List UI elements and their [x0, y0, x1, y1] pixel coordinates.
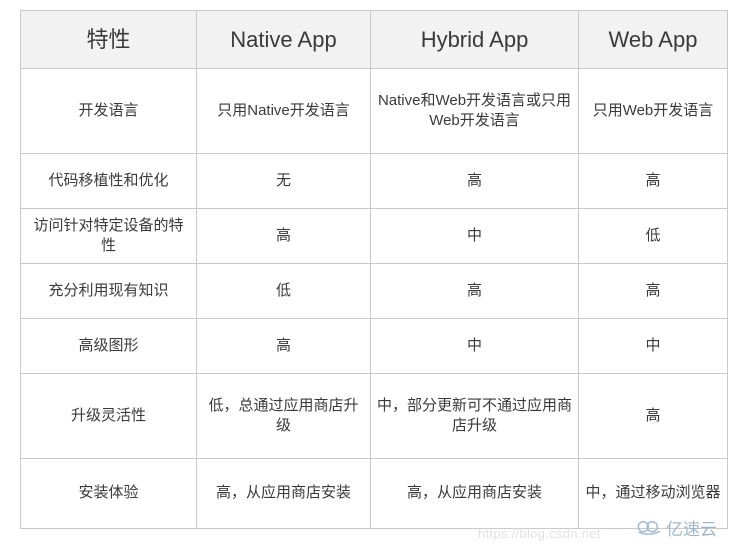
- column-header-web-app: Web App: [578, 10, 728, 69]
- cell-feature: 高级图形: [20, 318, 197, 374]
- cell-web: 高: [578, 263, 728, 319]
- cell-hybrid: 高: [370, 263, 579, 319]
- cell-feature: 代码移植性和优化: [20, 153, 197, 209]
- cell-feature: 开发语言: [20, 68, 197, 154]
- column-header-feature: 特性: [20, 10, 197, 69]
- column-header-hybrid-app: Hybrid App: [370, 10, 579, 69]
- cell-hybrid: 高，从应用商店安装: [370, 458, 579, 529]
- cell-hybrid: 中: [370, 318, 579, 374]
- cell-feature: 充分利用现有知识: [20, 263, 197, 319]
- cell-native: 低，总通过应用商店升级: [196, 373, 371, 459]
- table-row: 代码移植性和优化 无 高 高: [20, 153, 728, 209]
- cell-hybrid: 高: [370, 153, 579, 209]
- cell-web: 中，通过移动浏览器: [578, 458, 728, 529]
- cell-feature: 安装体验: [20, 458, 197, 529]
- cell-feature: 访问针对特定设备的特性: [20, 208, 197, 264]
- table-row: 安装体验 高，从应用商店安装 高，从应用商店安装 中，通过移动浏览器: [20, 458, 728, 529]
- cell-web: 中: [578, 318, 728, 374]
- cell-hybrid: 中，部分更新可不通过应用商店升级: [370, 373, 579, 459]
- cell-web: 低: [578, 208, 728, 264]
- table-row: 充分利用现有知识 低 高 高: [20, 263, 728, 319]
- comparison-table-container: 特性 Native App Hybrid App Web App 开发语言 只用…: [20, 10, 728, 548]
- cell-hybrid: 中: [370, 208, 579, 264]
- table-row: 开发语言 只用Native开发语言 Native和Web开发语言或只用Web开发…: [20, 68, 728, 154]
- cell-web: 高: [578, 373, 728, 459]
- cell-web: 只用Web开发语言: [578, 68, 728, 154]
- table-header: 特性 Native App Hybrid App Web App: [20, 10, 728, 69]
- table-header-row: 特性 Native App Hybrid App Web App: [20, 10, 728, 69]
- cell-hybrid: Native和Web开发语言或只用Web开发语言: [370, 68, 579, 154]
- cell-native: 高，从应用商店安装: [196, 458, 371, 529]
- cell-native: 只用Native开发语言: [196, 68, 371, 154]
- cell-native: 低: [196, 263, 371, 319]
- cell-native: 无: [196, 153, 371, 209]
- app-type-comparison-table: 特性 Native App Hybrid App Web App 开发语言 只用…: [20, 10, 728, 529]
- table-row: 高级图形 高 中 中: [20, 318, 728, 374]
- cell-native: 高: [196, 318, 371, 374]
- cell-feature: 升级灵活性: [20, 373, 197, 459]
- column-header-native-app: Native App: [196, 10, 371, 69]
- cell-native: 高: [196, 208, 371, 264]
- table-row: 访问针对特定设备的特性 高 中 低: [20, 208, 728, 264]
- table-body: 开发语言 只用Native开发语言 Native和Web开发语言或只用Web开发…: [20, 68, 728, 529]
- table-row: 升级灵活性 低，总通过应用商店升级 中，部分更新可不通过应用商店升级 高: [20, 373, 728, 459]
- cell-web: 高: [578, 153, 728, 209]
